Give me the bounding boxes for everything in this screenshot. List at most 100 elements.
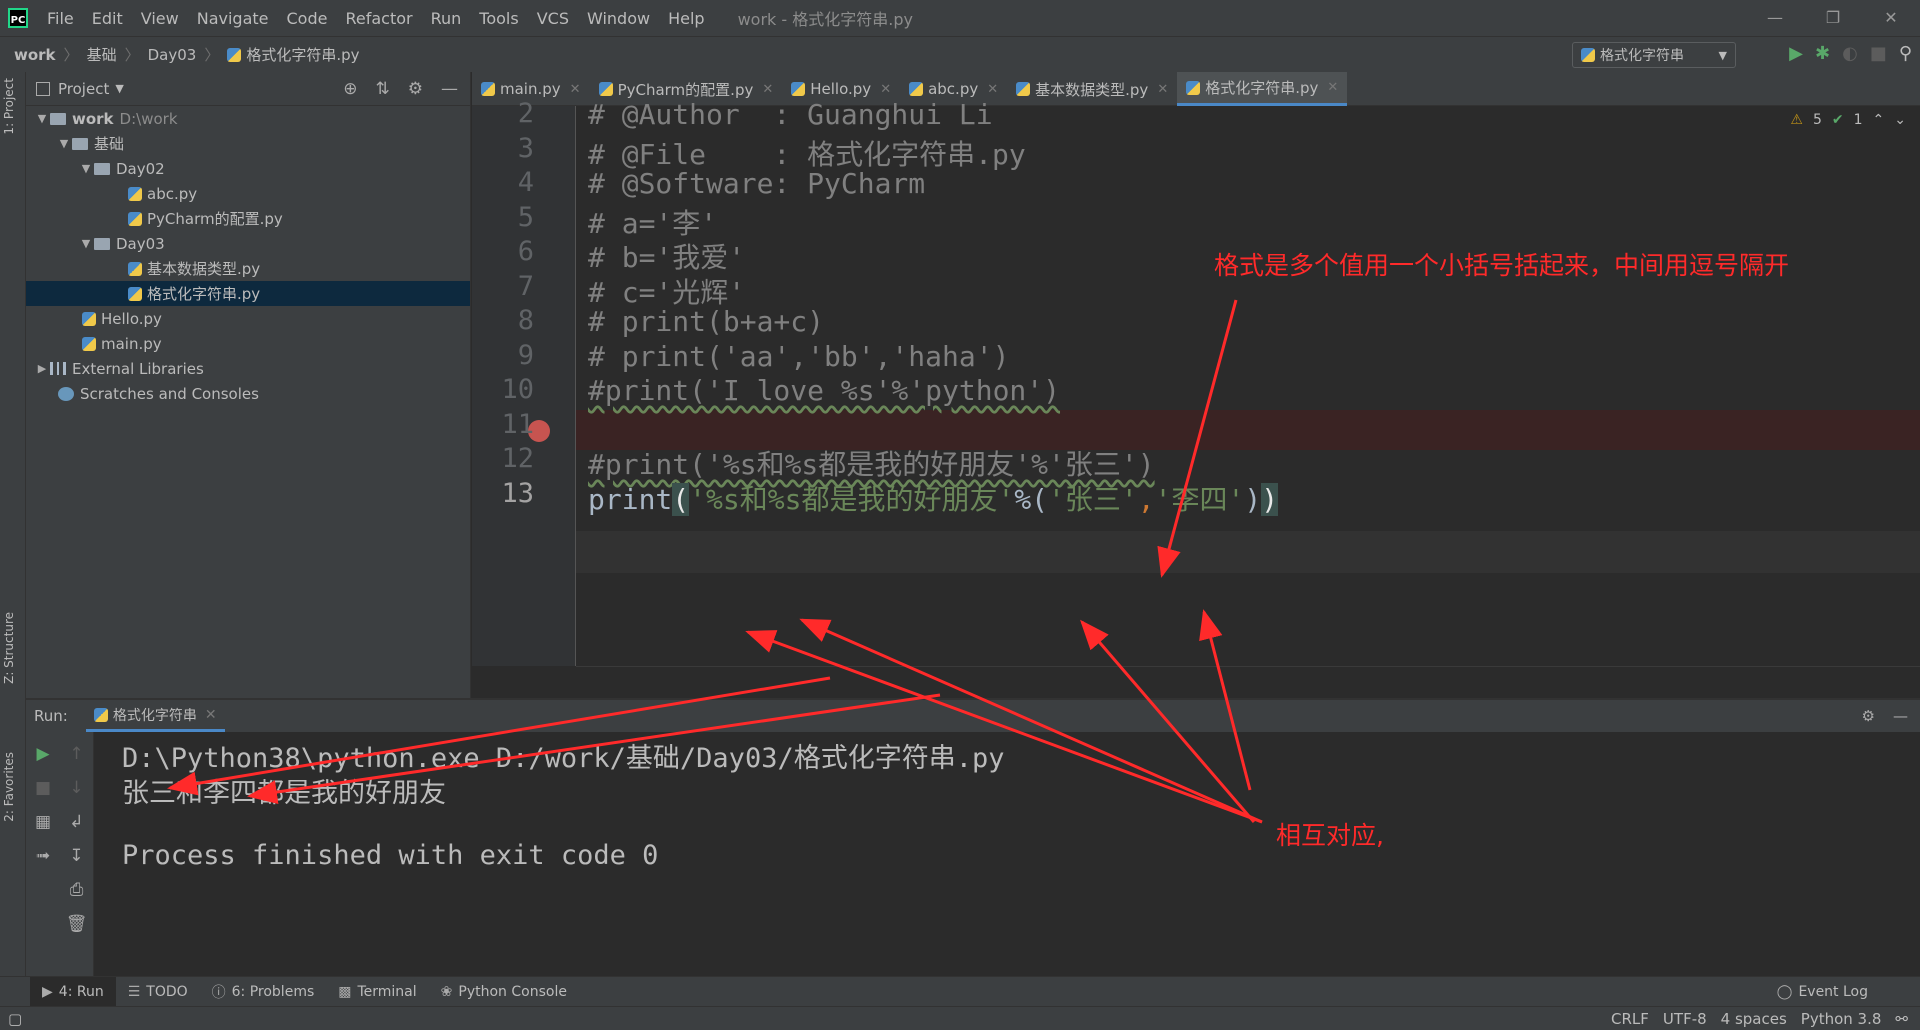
tree-node-jichu[interactable]: ▼ 基础 bbox=[26, 131, 470, 156]
current-line-highlight bbox=[576, 531, 1920, 573]
tab-project[interactable]: 1: Project bbox=[2, 78, 16, 135]
tab-label: 6: Problems bbox=[231, 983, 315, 1000]
line-number: 12 bbox=[501, 443, 534, 474]
close-icon[interactable]: ✕ bbox=[1157, 82, 1168, 97]
close-icon[interactable]: ✕ bbox=[1862, 0, 1920, 36]
tab-problems[interactable]: ⓘ 6: Problems bbox=[200, 977, 327, 1007]
menu-navigate[interactable]: Navigate bbox=[197, 9, 269, 28]
project-panel-title[interactable]: Project bbox=[58, 80, 109, 98]
debug-icon[interactable]: ✱ bbox=[1815, 43, 1830, 64]
menu-file[interactable]: File bbox=[47, 9, 74, 28]
tree-node-hello[interactable]: Hello.py bbox=[26, 306, 470, 331]
menu-edit[interactable]: Edit bbox=[92, 9, 123, 28]
chevron-up-icon[interactable]: ⌃ bbox=[1873, 112, 1885, 128]
encoding-indicator[interactable]: UTF-8 bbox=[1663, 1010, 1707, 1028]
trash-icon[interactable]: 🗑 bbox=[66, 914, 88, 934]
tab-label: 基本数据类型.py bbox=[1035, 80, 1149, 99]
print-icon[interactable]: ⎙ bbox=[70, 880, 84, 900]
collapse-all-icon[interactable]: ⇅ bbox=[376, 79, 390, 99]
run-tab[interactable]: 格式化字符串 ✕ bbox=[85, 700, 225, 732]
rerun-icon[interactable]: ▶ bbox=[36, 744, 49, 764]
run-configuration-select[interactable]: 格式化字符串 ▼ bbox=[1572, 42, 1736, 68]
hide-icon[interactable]: — bbox=[1893, 707, 1908, 725]
menu-help[interactable]: Help bbox=[668, 9, 704, 28]
coverage-icon[interactable]: ◐ bbox=[1842, 43, 1858, 64]
locate-icon[interactable]: ⊕ bbox=[343, 79, 357, 99]
tab-run[interactable]: ▶ 4: Run bbox=[30, 976, 116, 1007]
pin-icon[interactable]: ➟ bbox=[36, 846, 50, 866]
inspection-status[interactable]: ⚠ 5 ✔ 1 ⌃ ⌄ bbox=[1790, 112, 1906, 128]
editor-horizontal-scroll-area[interactable] bbox=[576, 666, 1920, 698]
gear-icon[interactable]: ⚙ bbox=[408, 79, 423, 99]
menu-refactor[interactable]: Refactor bbox=[345, 9, 412, 28]
library-icon bbox=[50, 362, 66, 375]
tree-node-pycharm-config[interactable]: PyCharm的配置.py bbox=[26, 206, 470, 231]
lock-icon[interactable]: ⚯ bbox=[1895, 1010, 1908, 1028]
tab-datatypes[interactable]: 基本数据类型.py ✕ bbox=[1007, 72, 1177, 106]
close-icon[interactable]: ✕ bbox=[762, 82, 773, 97]
code-editor[interactable]: ⚠ 5 ✔ 1 ⌃ ⌄ 2 3 4 5 6 7 8 9 10 11 12 13 # … bbox=[472, 98, 1920, 698]
search-icon[interactable]: ⚲ bbox=[1899, 43, 1912, 64]
soft-wrap-icon[interactable]: ↲ bbox=[69, 812, 83, 832]
line-number: 7 bbox=[517, 271, 534, 302]
navigation-bar: work 〉 基础 〉 Day03 〉 格式化字符串.py 格式化字符串 ▼ ▶… bbox=[0, 36, 1920, 72]
breadcrumb-item[interactable]: 格式化字符串.py bbox=[246, 44, 359, 65]
chevron-down-icon[interactable]: ⌄ bbox=[1894, 112, 1906, 128]
tree-node-format-string[interactable]: 格式化字符串.py bbox=[26, 281, 470, 306]
minimize-icon[interactable]: — bbox=[1746, 0, 1804, 36]
menu-window[interactable]: Window bbox=[587, 9, 650, 28]
chevron-down-icon[interactable]: ▼ bbox=[115, 82, 123, 95]
tree-node-datatypes[interactable]: 基本数据类型.py bbox=[26, 256, 470, 281]
tab-terminal[interactable]: ▩ Terminal bbox=[326, 977, 428, 1007]
menu-tools[interactable]: Tools bbox=[479, 9, 518, 28]
arrow-up-icon[interactable]: ↑ bbox=[69, 744, 83, 764]
close-icon[interactable]: ✕ bbox=[1327, 80, 1338, 95]
gear-icon[interactable]: ⚙ bbox=[1862, 707, 1875, 725]
scroll-to-end-icon[interactable]: ↧ bbox=[69, 846, 83, 866]
breadcrumb-item[interactable]: 基础 bbox=[87, 44, 117, 65]
breadcrumb-item[interactable]: work bbox=[14, 46, 56, 64]
tab-todo[interactable]: ☰ TODO bbox=[116, 977, 200, 1007]
layout-toggle-icon[interactable]: ▢ bbox=[8, 1010, 22, 1028]
breadcrumb-item[interactable]: Day03 bbox=[148, 46, 197, 64]
tab-favorites[interactable]: 2: Favorites bbox=[2, 752, 16, 822]
tab-python-console[interactable]: ❀ Python Console bbox=[429, 977, 579, 1007]
close-icon[interactable]: ✕ bbox=[205, 707, 217, 723]
menu-vcs[interactable]: VCS bbox=[537, 9, 569, 28]
close-icon[interactable]: ✕ bbox=[570, 82, 581, 97]
tree-node-external-libraries[interactable]: ▶ External Libraries bbox=[26, 356, 470, 381]
layout-icon[interactable]: ▦ bbox=[35, 812, 51, 832]
run-icon[interactable]: ▶ bbox=[1789, 43, 1803, 64]
tree-node-main[interactable]: main.py bbox=[26, 331, 470, 356]
interpreter-indicator[interactable]: Python 3.8 bbox=[1801, 1010, 1882, 1028]
menu-run[interactable]: Run bbox=[431, 9, 462, 28]
code-line-2: # @Author : Guanghui Li bbox=[588, 98, 993, 131]
tree-node-abc[interactable]: abc.py bbox=[26, 181, 470, 206]
event-log-button[interactable]: ◯ Event Log bbox=[1765, 977, 1880, 1007]
indent-indicator[interactable]: 4 spaces bbox=[1721, 1010, 1787, 1028]
restore-icon[interactable]: ❐ bbox=[1804, 0, 1862, 36]
chevron-down-icon[interactable]: ▼ bbox=[34, 112, 50, 125]
tab-label: Hello.py bbox=[810, 80, 872, 98]
chevron-down-icon[interactable]: ▼ bbox=[78, 162, 94, 175]
stop-icon[interactable]: ■ bbox=[35, 778, 51, 798]
arrow-down-icon[interactable]: ↓ bbox=[69, 778, 83, 798]
run-toolbar-primary: ▶ ■ ▦ ➟ bbox=[26, 732, 60, 976]
tree-node-scratches[interactable]: Scratches and Consoles bbox=[26, 381, 470, 406]
hide-icon[interactable]: — bbox=[441, 79, 458, 99]
annotation-bottom: 相互对应, bbox=[1276, 821, 1384, 850]
chevron-right-icon[interactable]: ▶ bbox=[34, 362, 50, 375]
chevron-down-icon[interactable]: ▼ bbox=[56, 137, 72, 150]
tree-node-work[interactable]: ▼ work D:\work bbox=[26, 106, 470, 131]
menu-code[interactable]: Code bbox=[287, 9, 328, 28]
line-separator-indicator[interactable]: CRLF bbox=[1611, 1010, 1649, 1028]
menu-view[interactable]: View bbox=[141, 9, 179, 28]
tree-node-day03[interactable]: ▼ Day03 bbox=[26, 231, 470, 256]
chevron-down-icon[interactable]: ▼ bbox=[78, 237, 94, 250]
tab-structure[interactable]: Z: Structure bbox=[2, 612, 16, 684]
close-icon[interactable]: ✕ bbox=[987, 82, 998, 97]
tree-node-day02[interactable]: ▼ Day02 bbox=[26, 156, 470, 181]
tab-format-string[interactable]: 格式化字符串.py ✕ bbox=[1177, 72, 1348, 106]
stop-icon[interactable]: ■ bbox=[1870, 43, 1887, 64]
close-icon[interactable]: ✕ bbox=[880, 82, 891, 97]
